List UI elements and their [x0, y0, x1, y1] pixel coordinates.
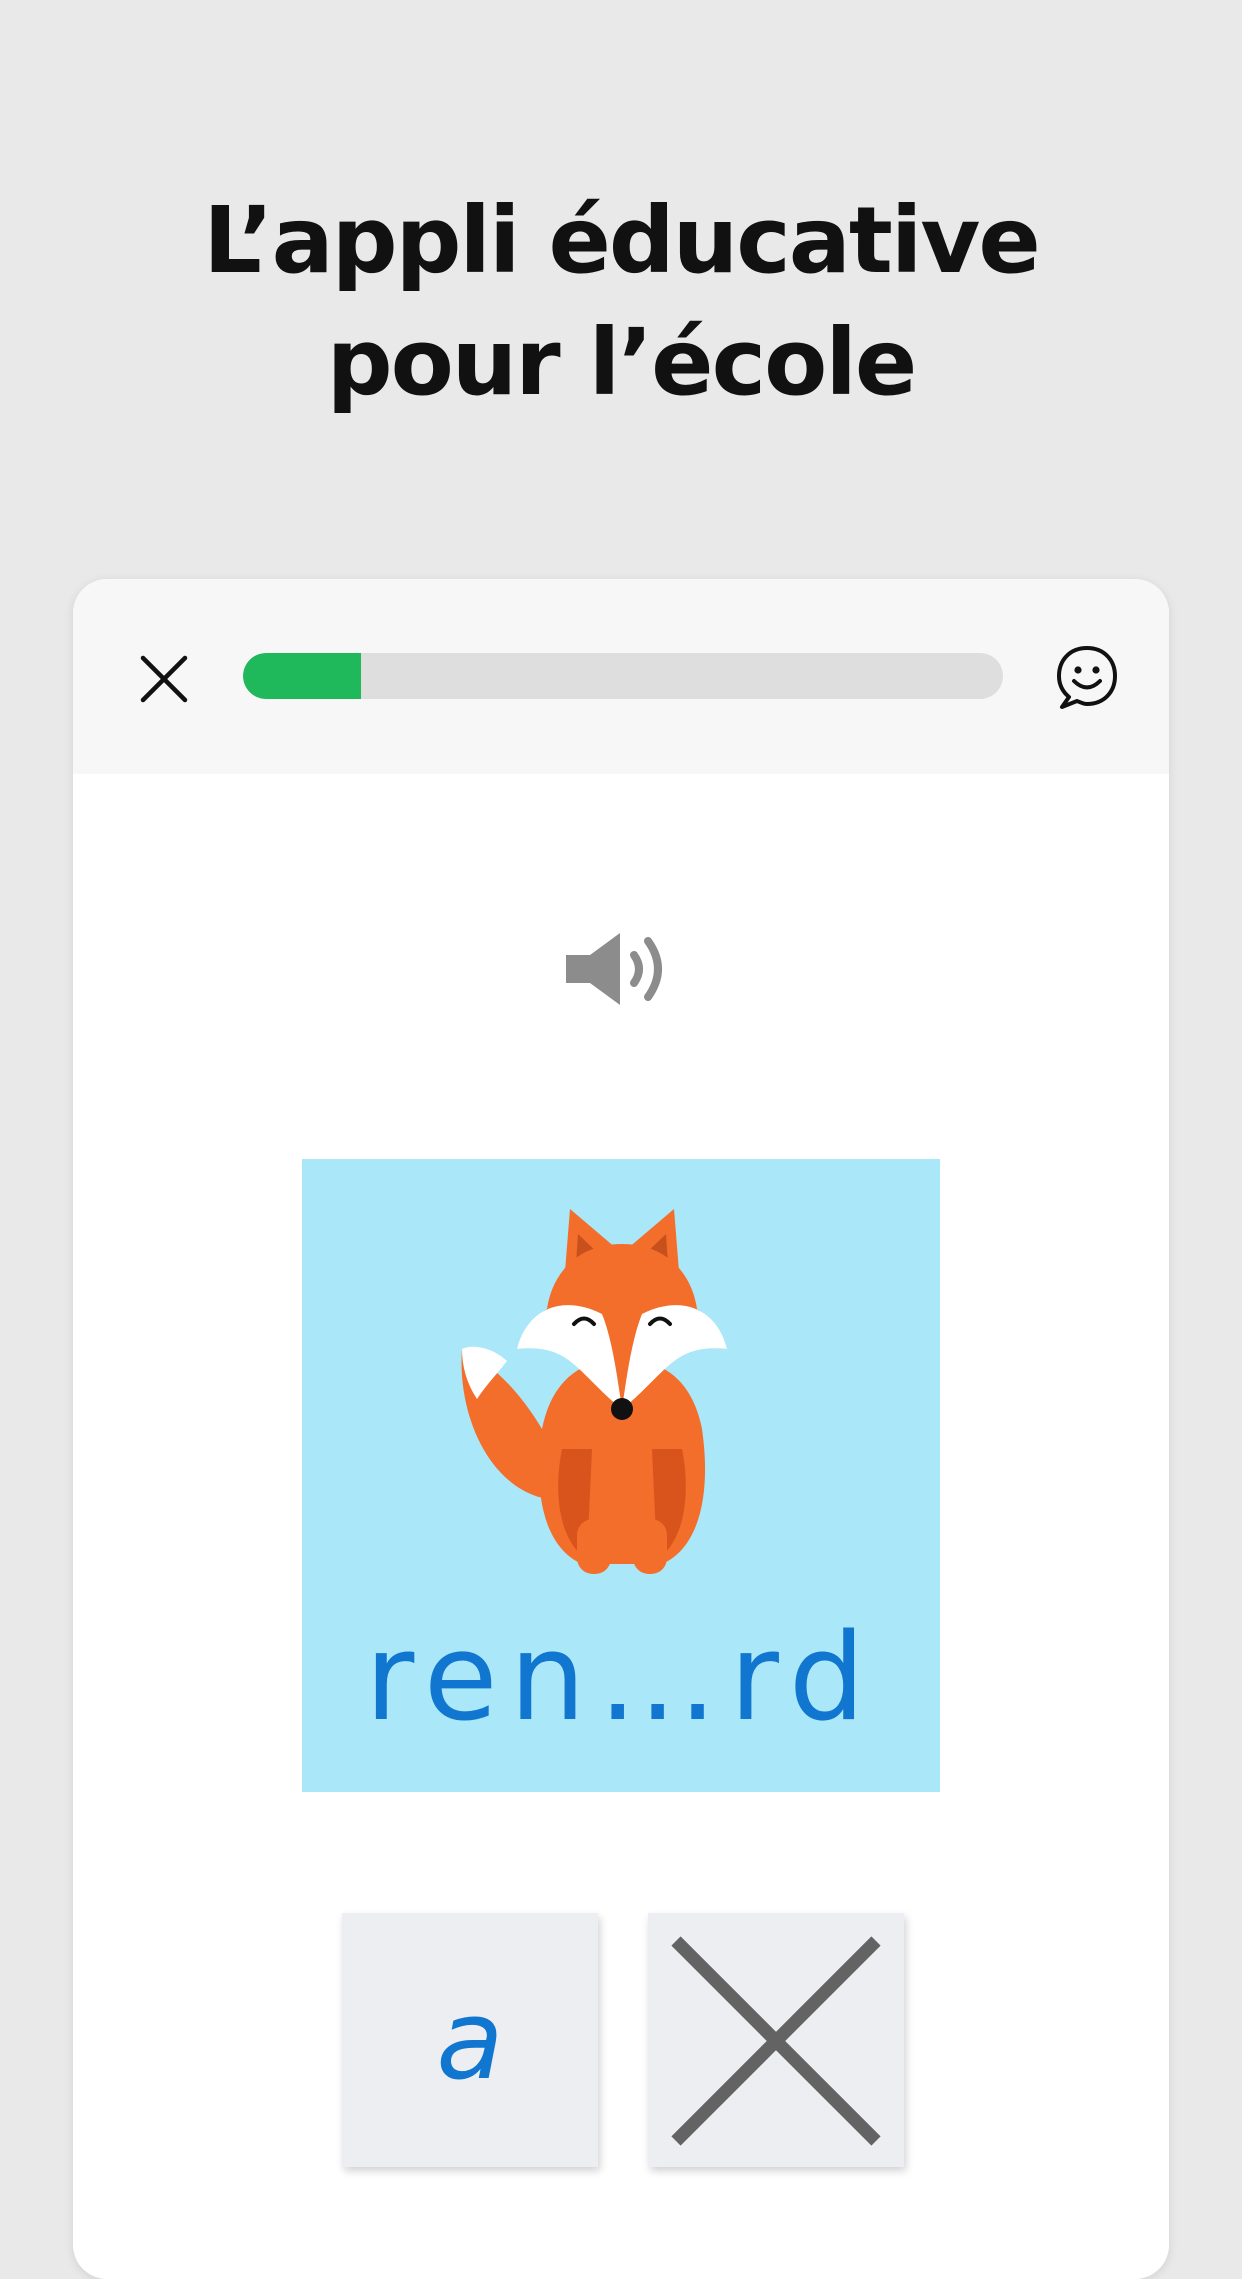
headline-line-1: L’appli éducative	[203, 187, 1041, 294]
incomplete-word: ren…rd	[365, 1609, 877, 1748]
exercise-card: ren…rd a	[73, 579, 1169, 2279]
smiley-chat-icon	[1057, 646, 1117, 709]
word-picture: ren…rd	[302, 1159, 940, 1792]
feedback-button[interactable]	[1053, 643, 1121, 711]
letter-option-empty[interactable]	[648, 1913, 904, 2167]
progress-bar-fill	[243, 653, 361, 699]
letter-option-label: a	[436, 1976, 504, 2104]
fox-illustration	[461, 1209, 727, 1574]
speaker-icon	[566, 933, 662, 1005]
close-button[interactable]	[135, 650, 193, 708]
cross-icon	[671, 1936, 881, 2146]
letter-option-a[interactable]: a	[342, 1913, 598, 2167]
headline-line-2: pour l’école	[326, 309, 918, 416]
exercise-top-bar	[73, 579, 1169, 774]
close-icon	[140, 655, 188, 703]
page-headline: L’appli éducative pour l’école	[0, 180, 1242, 424]
progress-bar	[243, 653, 1003, 699]
play-audio-button[interactable]	[560, 919, 678, 1019]
